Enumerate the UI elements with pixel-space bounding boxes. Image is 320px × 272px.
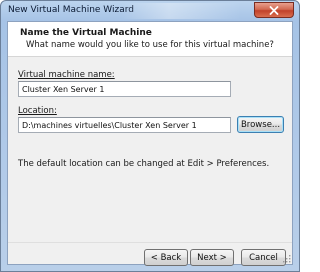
location-label: Location: [18, 106, 57, 116]
close-button[interactable] [254, 2, 294, 18]
location-input[interactable] [18, 117, 231, 133]
window-title: New Virtual Machine Wizard [8, 5, 134, 15]
page-title: Name the Virtual Machine [20, 28, 152, 38]
next-button[interactable]: Next > [190, 249, 234, 266]
vm-name-label-text: Virtual machine name: [18, 70, 115, 80]
vm-name-input[interactable] [18, 81, 231, 97]
cancel-button[interactable]: Cancel [241, 249, 286, 266]
location-label-text: Location: [18, 106, 57, 116]
resize-grip-icon[interactable] [282, 254, 291, 263]
vm-name-label: Virtual machine name: [18, 70, 115, 80]
back-button[interactable]: < Back [144, 249, 188, 266]
wizard-header: Name the Virtual Machine What name would… [8, 22, 292, 57]
close-icon [269, 5, 279, 15]
page-subtitle: What name would you like to use for this… [26, 40, 274, 50]
info-text: The default location can be changed at E… [18, 159, 270, 169]
title-bar[interactable]: New Virtual Machine Wizard [1, 1, 299, 21]
footer-separator [8, 242, 292, 243]
dialog-body: Name the Virtual Machine What name would… [7, 21, 293, 266]
browse-button[interactable]: Browse... [237, 116, 284, 133]
wizard-window: New Virtual Machine Wizard Name the Virt… [0, 0, 300, 272]
title-bar-glass [121, 3, 241, 19]
